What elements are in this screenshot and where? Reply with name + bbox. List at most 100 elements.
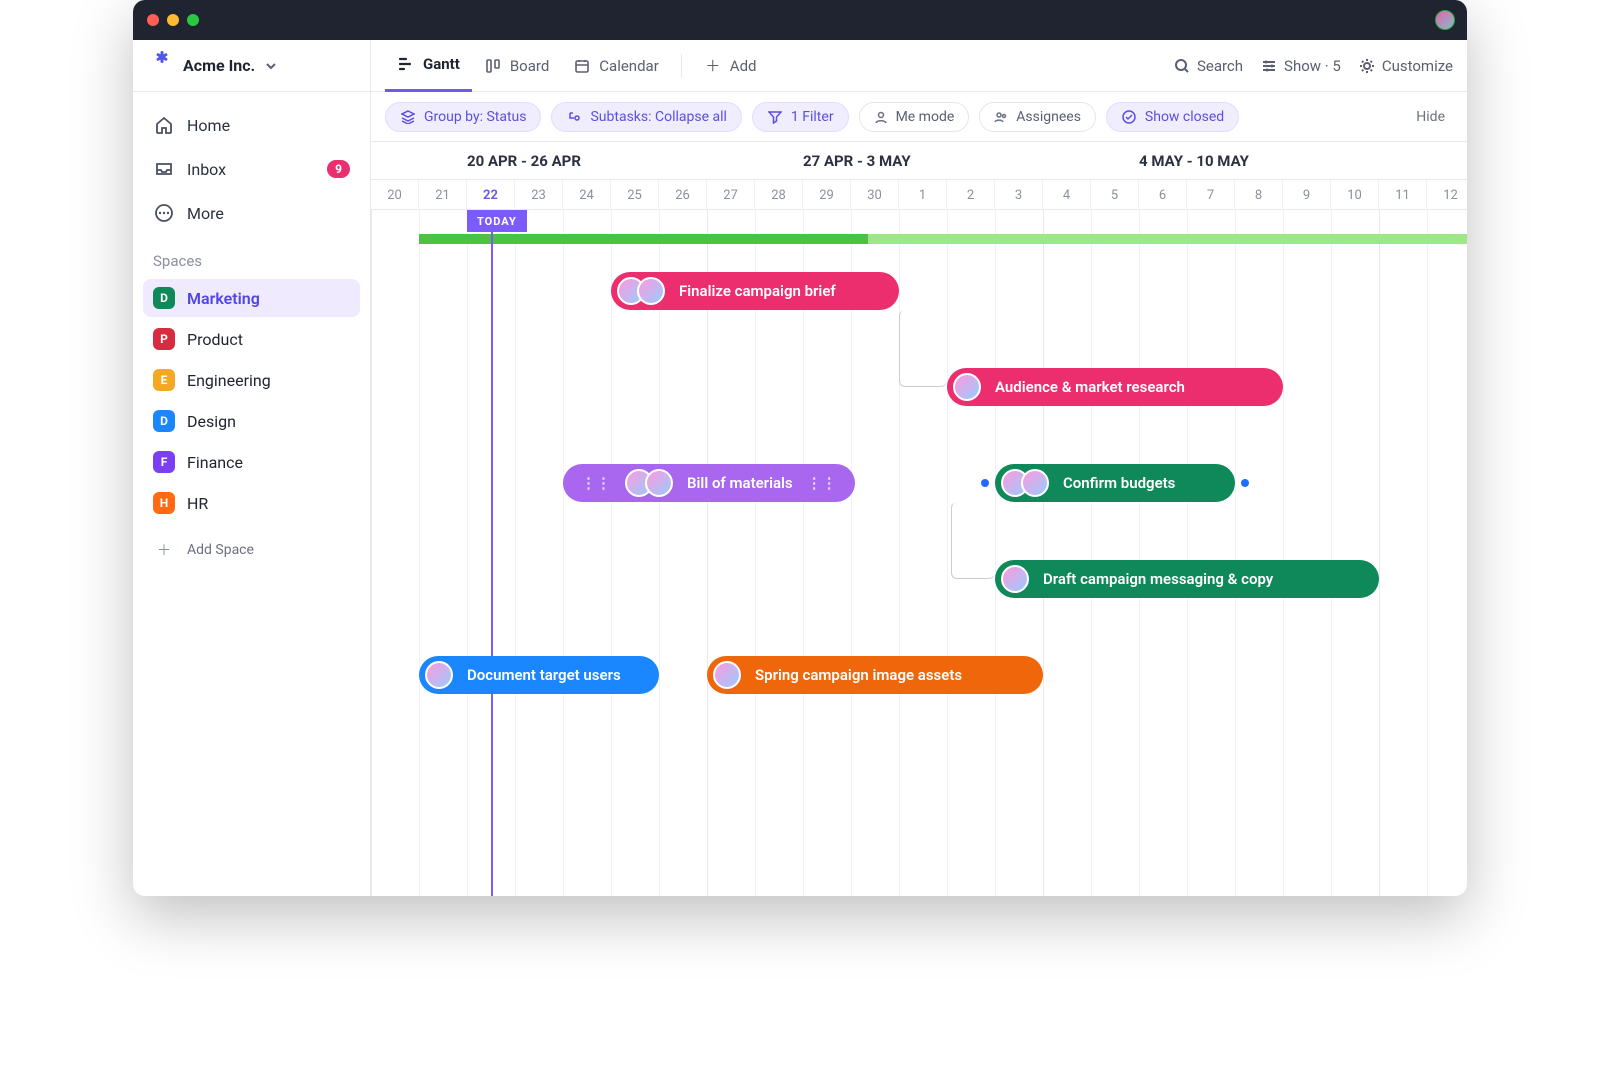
add-space-button[interactable]: ＋ Add Space — [143, 531, 360, 569]
task-bar[interactable]: Draft campaign messaging & copy — [995, 560, 1379, 598]
week-label: 20 APR - 26 APR — [467, 142, 581, 180]
progress-bar — [419, 234, 1467, 244]
day-cell: 11 — [1379, 180, 1427, 210]
person-icon — [874, 110, 888, 124]
profile-avatar[interactable] — [1435, 10, 1455, 30]
subtasks-icon — [566, 109, 582, 125]
avatar — [713, 661, 741, 689]
tab-separator — [681, 54, 682, 78]
filter-pill[interactable]: 1 Filter — [752, 102, 849, 132]
space-label: Design — [187, 412, 236, 431]
gantt-chart[interactable]: 20 APR - 26 APR 27 APR - 3 MAY 4 MAY - 10 … — [371, 142, 1467, 896]
tab-label: Board — [510, 57, 549, 75]
me-mode-pill[interactable]: Me mode — [859, 102, 970, 132]
space-chip: D — [153, 287, 175, 309]
space-label: Finance — [187, 453, 243, 472]
space-engineering[interactable]: E Engineering — [143, 361, 360, 399]
drag-handle-icon[interactable]: ⋮⋮ — [577, 474, 615, 492]
space-label: Engineering — [187, 371, 271, 390]
group-by-pill[interactable]: Group by: Status — [385, 102, 541, 132]
task-bar[interactable]: Document target users — [419, 656, 659, 694]
view-tabs: Gantt Board Calendar ＋ Add Search Show · 5 — [371, 40, 1467, 92]
board-icon — [484, 57, 502, 75]
filter-icon — [767, 109, 783, 125]
customize-button[interactable]: Customize — [1359, 57, 1453, 75]
task-label: Confirm budgets — [1063, 474, 1175, 492]
filter-toolbar: Group by: Status Subtasks: Collapse all … — [371, 92, 1467, 142]
drag-handle-icon[interactable]: ⋮⋮ — [803, 474, 841, 492]
day-cell: 2 — [947, 180, 995, 210]
space-chip: F — [153, 451, 175, 473]
task-label: Finalize campaign brief — [679, 282, 836, 300]
day-cell: 20 — [371, 180, 419, 210]
nav-more[interactable]: More — [143, 194, 360, 232]
day-cell: 26 — [659, 180, 707, 210]
subtasks-pill[interactable]: Subtasks: Collapse all — [551, 102, 741, 132]
space-design[interactable]: D Design — [143, 402, 360, 440]
week-label: 4 MAY - 10 MAY — [1139, 142, 1249, 180]
space-chip: P — [153, 328, 175, 350]
day-cell: 3 — [995, 180, 1043, 210]
space-chip: D — [153, 410, 175, 432]
task-bar[interactable]: Finalize campaign brief — [611, 272, 899, 310]
dependency-handle[interactable] — [1241, 479, 1249, 487]
hide-toolbar-button[interactable]: Hide — [1408, 109, 1453, 125]
space-label: HR — [187, 494, 208, 513]
space-finance[interactable]: F Finance — [143, 443, 360, 481]
tab-gantt[interactable]: Gantt — [385, 40, 472, 92]
avatar — [637, 277, 665, 305]
calendar-icon — [573, 57, 591, 75]
task-bar[interactable]: Audience & market research — [947, 368, 1283, 406]
search-icon — [1174, 58, 1190, 74]
day-cell: 21 — [419, 180, 467, 210]
day-cell: 8 — [1235, 180, 1283, 210]
task-label: Audience & market research — [995, 378, 1185, 396]
week-label: 27 APR - 3 MAY — [803, 142, 911, 180]
task-label: Draft campaign messaging & copy — [1043, 570, 1273, 588]
dependency-handle[interactable] — [981, 479, 989, 487]
tab-calendar[interactable]: Calendar — [561, 40, 671, 92]
day-cell: 25 — [611, 180, 659, 210]
window-titlebar — [133, 0, 1467, 40]
search-button[interactable]: Search — [1174, 57, 1243, 75]
day-cell: 7 — [1187, 180, 1235, 210]
minimize-window[interactable] — [167, 14, 179, 26]
more-icon — [153, 202, 175, 224]
task-bar[interactable]: Spring campaign image assets — [707, 656, 1043, 694]
space-label: Marketing — [187, 289, 260, 308]
day-cell: 27 — [707, 180, 755, 210]
nav-home[interactable]: Home — [143, 106, 360, 144]
maximize-window[interactable] — [187, 14, 199, 26]
day-cell: 4 — [1043, 180, 1091, 210]
tab-board[interactable]: Board — [472, 40, 561, 92]
task-label: Document target users — [467, 666, 621, 684]
space-marketing[interactable]: D Marketing — [143, 279, 360, 317]
add-space-label: Add Space — [187, 542, 254, 558]
space-product[interactable]: PProduct — [143, 320, 360, 358]
chevron-down-icon — [265, 60, 277, 72]
task-label: Bill of materials — [687, 474, 793, 492]
assignees-pill[interactable]: Assignees — [979, 102, 1096, 132]
avatar — [425, 661, 453, 689]
task-bar[interactable]: ⋮⋮ Bill of materials ⋮⋮ — [563, 464, 855, 502]
inbox-badge: 9 — [327, 160, 350, 178]
close-window[interactable] — [147, 14, 159, 26]
space-chip: E — [153, 369, 175, 391]
add-view-button[interactable]: ＋ Add — [692, 40, 769, 92]
day-cell: 6 — [1139, 180, 1187, 210]
nav-inbox[interactable]: Inbox9 — [143, 150, 360, 188]
day-header: 2021222324252627282930123456789101112 — [371, 180, 1467, 210]
show-button[interactable]: Show · 5 — [1261, 57, 1341, 75]
space-hr[interactable]: HHR — [143, 484, 360, 522]
plus-icon: ＋ — [153, 539, 175, 561]
main-panel: Gantt Board Calendar ＋ Add Search Show · 5 — [371, 40, 1467, 896]
task-bar[interactable]: Confirm budgets — [995, 464, 1235, 502]
plus-icon: ＋ — [704, 57, 722, 75]
sliders-icon — [1261, 58, 1277, 74]
day-cell: 28 — [755, 180, 803, 210]
workspace-switcher[interactable]: Acme Inc. — [133, 40, 370, 92]
tab-label: Calendar — [599, 57, 659, 75]
layers-icon — [400, 109, 416, 125]
show-closed-pill[interactable]: Show closed — [1106, 102, 1239, 132]
gantt-icon — [397, 55, 415, 73]
